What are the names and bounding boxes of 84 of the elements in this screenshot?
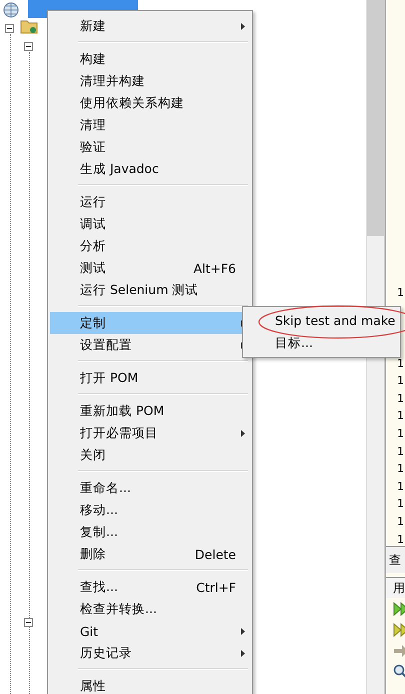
menu-item[interactable]: 分析 [50,235,250,257]
menu-item[interactable]: 验证 [50,136,250,158]
shortcut-label: Ctrl+F [196,580,236,594]
line-number: 1 [396,390,405,407]
menu-item-label: 使用依赖关系构建 [80,94,184,112]
submenu-arrow-icon [241,628,245,634]
menu-item-label: 清理 [80,116,106,134]
line-number: 1 [396,408,405,424]
line-number: 1 [396,461,405,478]
line-number: 1 [396,514,405,530]
menu-item[interactable]: 清理并构建 [50,70,250,92]
menu-item-label: Git [80,624,98,638]
menu-item[interactable]: 关闭 [50,444,250,466]
menu-item-label: 历史记录 [80,644,132,662]
menu-item-label: 运行 [80,194,106,210]
menu-item-label: 测试 [80,260,106,276]
line-number: 1 [396,478,405,495]
line-number: 1 [396,356,405,372]
magnifier-icon[interactable] [393,664,405,680]
menu-item[interactable]: 测试 Alt+F6 [50,257,250,279]
collapse-icon[interactable] [24,42,33,51]
menu-item[interactable]: 目标... [243,332,400,354]
shortcut-label: Alt+F6 [193,260,236,276]
menu-item-label: 新建 [80,18,106,34]
menu-item[interactable]: 重新加载 POM [50,400,250,422]
line-number: 1 [396,426,405,442]
menu-item[interactable]: 移动... [50,499,250,521]
menu-item[interactable]: 重命名... [50,477,250,499]
menu-item-label: 移动... [80,502,118,518]
folder-icon [20,18,38,34]
double-play-icon[interactable] [393,622,405,638]
menu-item-label: 查找... [80,578,118,596]
find-tab[interactable]: 查 [386,546,405,573]
menu-item[interactable]: 生成 Javadoc [50,158,250,180]
line-number: 1 [396,285,405,301]
shortcut-label: Delete [194,546,236,562]
menu-item-label: 清理并构建 [80,72,145,90]
menu-item[interactable]: 打开 POM [50,367,250,389]
collapse-icon[interactable] [24,618,33,627]
line-number: 1 [396,496,405,512]
line-number: 1 [396,532,405,546]
menu-item-label: 重命名... [80,480,131,496]
menu-item-label: 生成 Javadoc [80,160,159,178]
menu-item-label: 调试 [80,216,106,232]
menu-item[interactable]: 新建 [50,15,250,37]
menu-item-label: 复制... [80,524,118,540]
globe-icon [3,2,19,18]
menu-item[interactable]: 使用依赖关系构建 [50,92,250,114]
menu-item[interactable]: 清理 [50,114,250,136]
submenu-arrow-icon [241,650,245,656]
menu-item-label: 删除 [80,546,106,562]
menu-item[interactable]: 运行 Selenium 测试 [50,279,250,301]
double-play-icon[interactable] [393,601,405,617]
menu-item-label: 关闭 [80,446,106,464]
line-number: 1 [396,373,405,390]
submenu-arrow-icon [241,430,245,436]
menu-item[interactable]: 检查并转换... [50,598,250,620]
menu-item-label: 构建 [80,50,106,68]
panel-header: 用 [386,577,405,598]
arrow-right-icon[interactable] [393,643,405,659]
line-number: 1 [396,444,405,460]
menu-item-label: 验证 [80,138,106,156]
menu-item[interactable]: 调试 [50,213,250,235]
scrollbar-thumb[interactable] [367,0,384,236]
menu-item[interactable]: 复制... [50,521,250,543]
menu-item[interactable]: 历史记录 [50,642,250,664]
submenu-arrow-icon [241,22,245,30]
menu-item-label: 定制 [80,314,106,332]
menu-item[interactable]: 删除 Delete [50,543,250,565]
menu-item-label: 重新加载 POM [80,402,164,420]
menu-item-label: 检查并转换... [80,600,157,618]
menu-item[interactable]: Git [50,620,250,642]
menu-item[interactable]: 运行 [50,191,250,213]
menu-item[interactable]: 打开必需项目 [50,422,250,444]
menu-item[interactable]: 构建 [50,48,250,70]
menu-item[interactable]: 属性 [50,675,250,694]
menu-item-label: 分析 [80,238,106,254]
menu-item-label: 设置配置 [80,336,132,354]
menu-item[interactable]: 查找... Ctrl+F [50,576,250,598]
menu-item-label: 打开必需项目 [80,424,158,442]
menu-item-label: 属性 [80,678,106,694]
menu-item-label: 打开 POM [80,370,138,386]
menu-item-label: 运行 Selenium 测试 [80,282,198,298]
collapse-icon[interactable] [5,24,14,33]
